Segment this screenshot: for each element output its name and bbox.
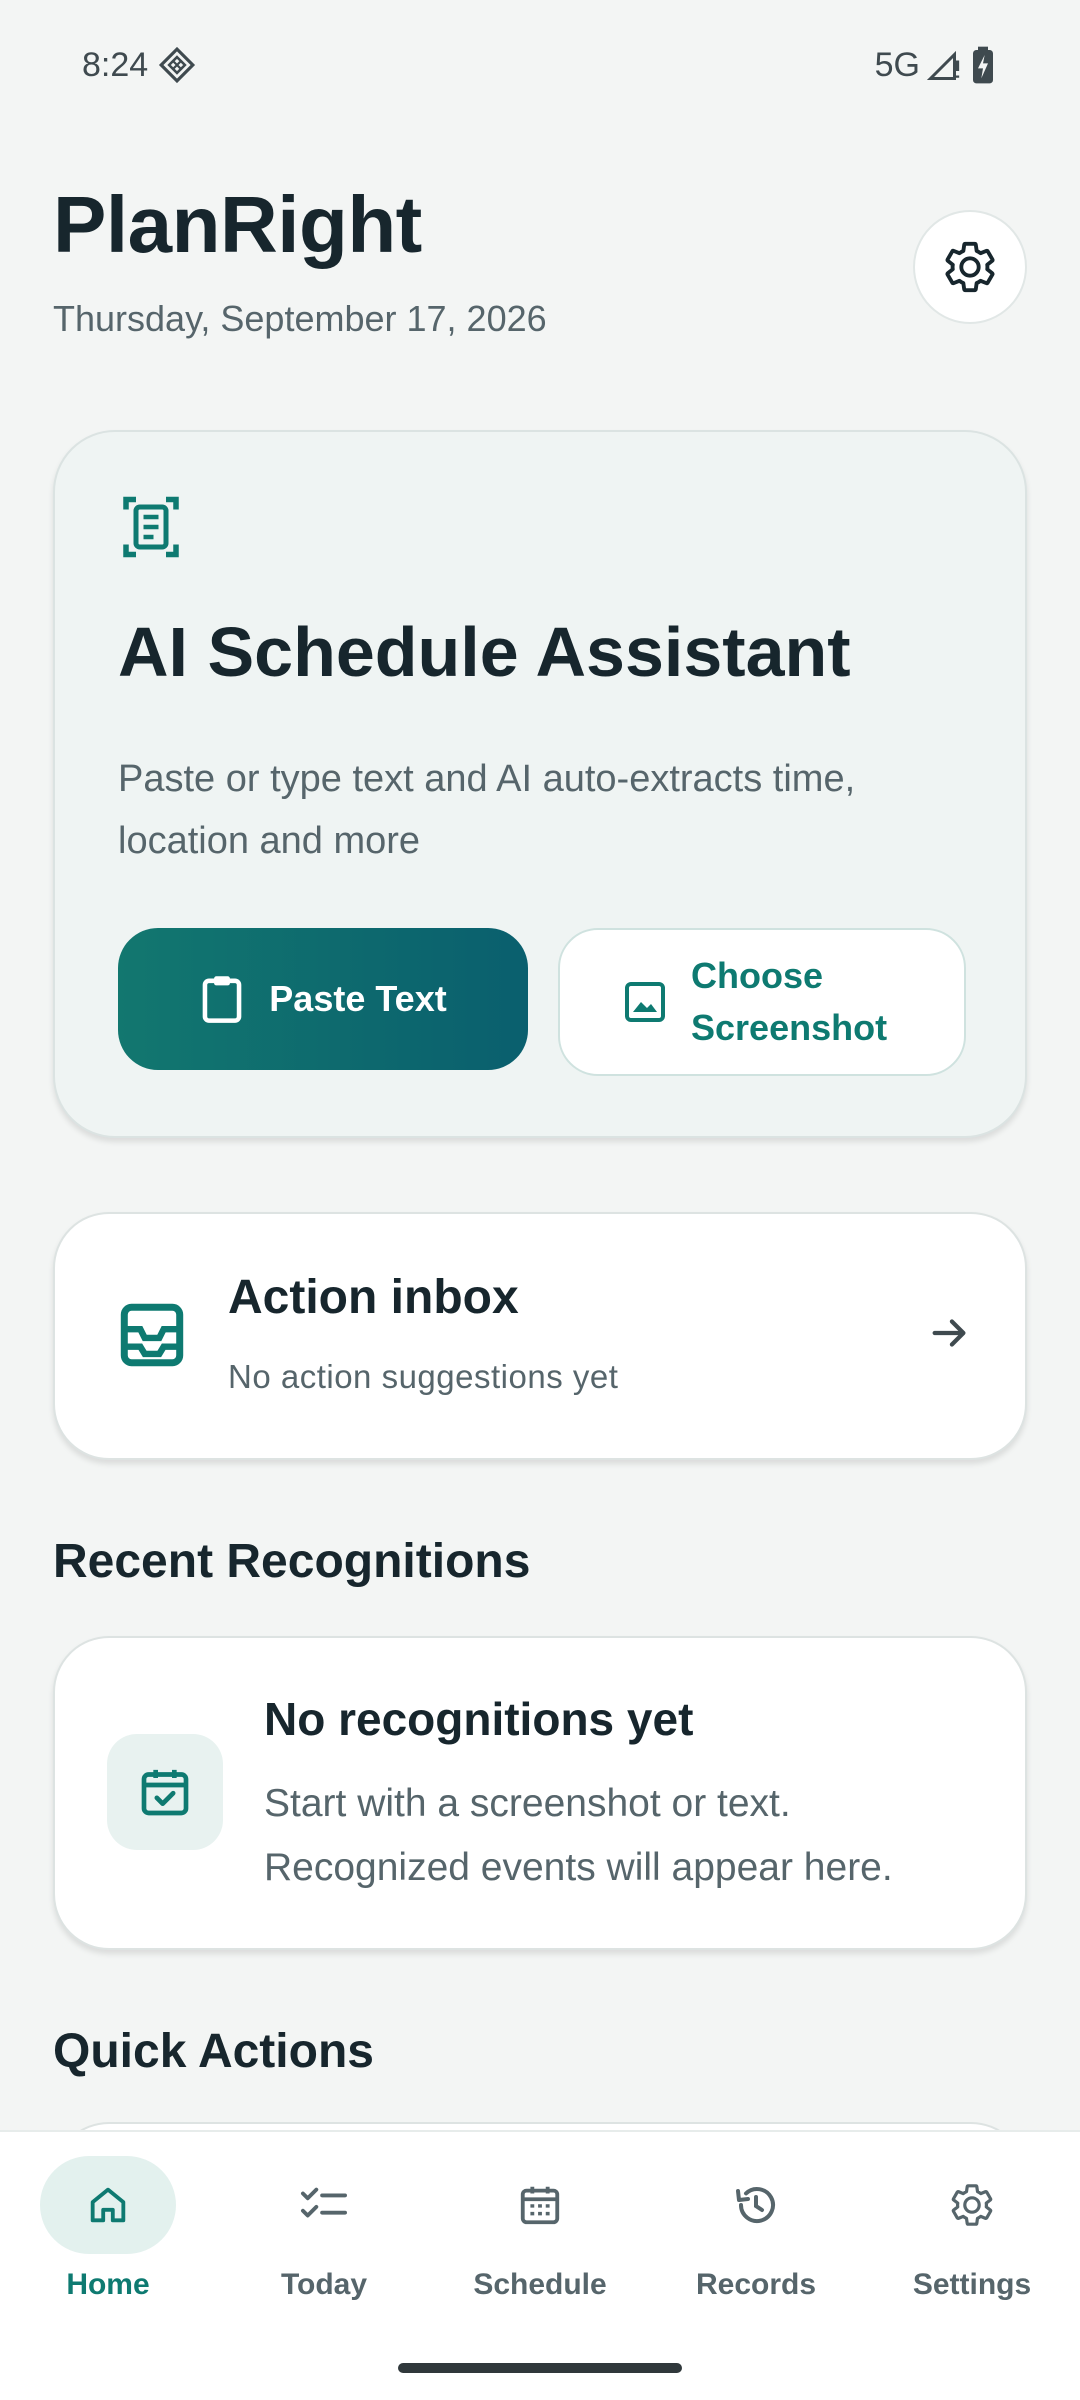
choose-screenshot-label: Choose Screenshot (691, 955, 888, 1048)
paste-text-button[interactable]: Paste Text (118, 928, 528, 1070)
nav-home-icon-wrap (40, 2156, 176, 2254)
nav-records-icon-wrap (688, 2156, 824, 2254)
recent-recognitions-empty-card: No recognitions yet Start with a screens… (53, 1636, 1027, 1950)
inbox-icon (120, 1303, 184, 1367)
nav-item-settings[interactable]: Settings (864, 2156, 1080, 2316)
history-icon (736, 2187, 775, 2223)
quick-actions-title: Quick Actions (53, 2025, 374, 2078)
clipboard-icon (202, 976, 242, 1023)
recent-empty-description: Start with a screenshot or text. Recogni… (264, 1782, 893, 1889)
checklist-icon (300, 2187, 347, 2218)
ai-card-icon (121, 494, 181, 565)
status-time: 8:24 (82, 45, 149, 84)
battery-charging-icon (973, 46, 993, 84)
home-icon (90, 2187, 126, 2223)
bottom-navigation: Home Today Schedule Records Settings (0, 2130, 1080, 2400)
status-bar: 8:24 5G (0, 0, 1080, 130)
recent-empty-title: No recognitions yet (264, 1693, 694, 1745)
current-date: Thursday, September 17, 2026 (53, 298, 547, 339)
app-header: PlanRight Thursday, September 17, 2026 (53, 180, 1027, 350)
choose-screenshot-button[interactable]: Choose Screenshot (558, 928, 966, 1076)
ai-assistant-card: AI Schedule Assistant Paste or type text… (53, 430, 1027, 1138)
rec-icon-wrap (107, 1734, 223, 1850)
inbox-arrow-wrap (927, 1310, 973, 1361)
nav-label-records: Records (695, 2268, 817, 2301)
nav-schedule-icon-wrap (472, 2156, 608, 2254)
nav-label-home: Home (66, 2268, 150, 2301)
nav-item-today[interactable]: Today (216, 2156, 432, 2316)
image-icon (625, 982, 665, 1022)
document-scan-icon (123, 496, 179, 558)
nav-settings-icon-wrap (904, 2156, 1040, 2254)
ai-card-title: AI Schedule Assistant (118, 613, 851, 691)
nav-item-schedule[interactable]: Schedule (432, 2156, 648, 2316)
calendar-icon (520, 2186, 560, 2225)
nav-item-home[interactable]: Home (0, 2156, 216, 2316)
arrow-right-icon (932, 1319, 966, 1347)
action-inbox-card[interactable]: Action inbox No action suggestions yet (53, 1212, 1027, 1460)
app-title: PlanRight (53, 180, 422, 269)
action-inbox-title: Action inbox (228, 1271, 519, 1324)
nav-today-icon-wrap (256, 2156, 392, 2254)
network-type: 5G (874, 45, 920, 84)
notification-diamond-icon (159, 46, 196, 84)
action-inbox-subtitle: No action suggestions yet (228, 1358, 619, 1395)
ai-card-description: Paste or type text and AI auto-extracts … (118, 758, 856, 862)
gear-icon (945, 241, 995, 293)
nav-item-records[interactable]: Records (648, 2156, 864, 2316)
status-bar-right: 5G (875, 45, 998, 85)
nav-label-today: Today (280, 2268, 368, 2301)
status-bar-left: 8:24 (82, 46, 196, 85)
header-settings-button[interactable] (913, 210, 1027, 324)
signal-icon (926, 50, 960, 80)
recent-recognitions-title: Recent Recognitions (53, 1535, 531, 1588)
calendar-check-icon (141, 1769, 189, 1816)
gear-icon (951, 2184, 993, 2226)
home-indicator[interactable] (398, 2363, 682, 2373)
paste-text-label: Paste Text (269, 978, 447, 1019)
nav-label-schedule: Schedule (473, 2268, 607, 2301)
nav-label-settings: Settings (912, 2268, 1032, 2301)
inbox-icon-wrap (117, 1300, 187, 1375)
